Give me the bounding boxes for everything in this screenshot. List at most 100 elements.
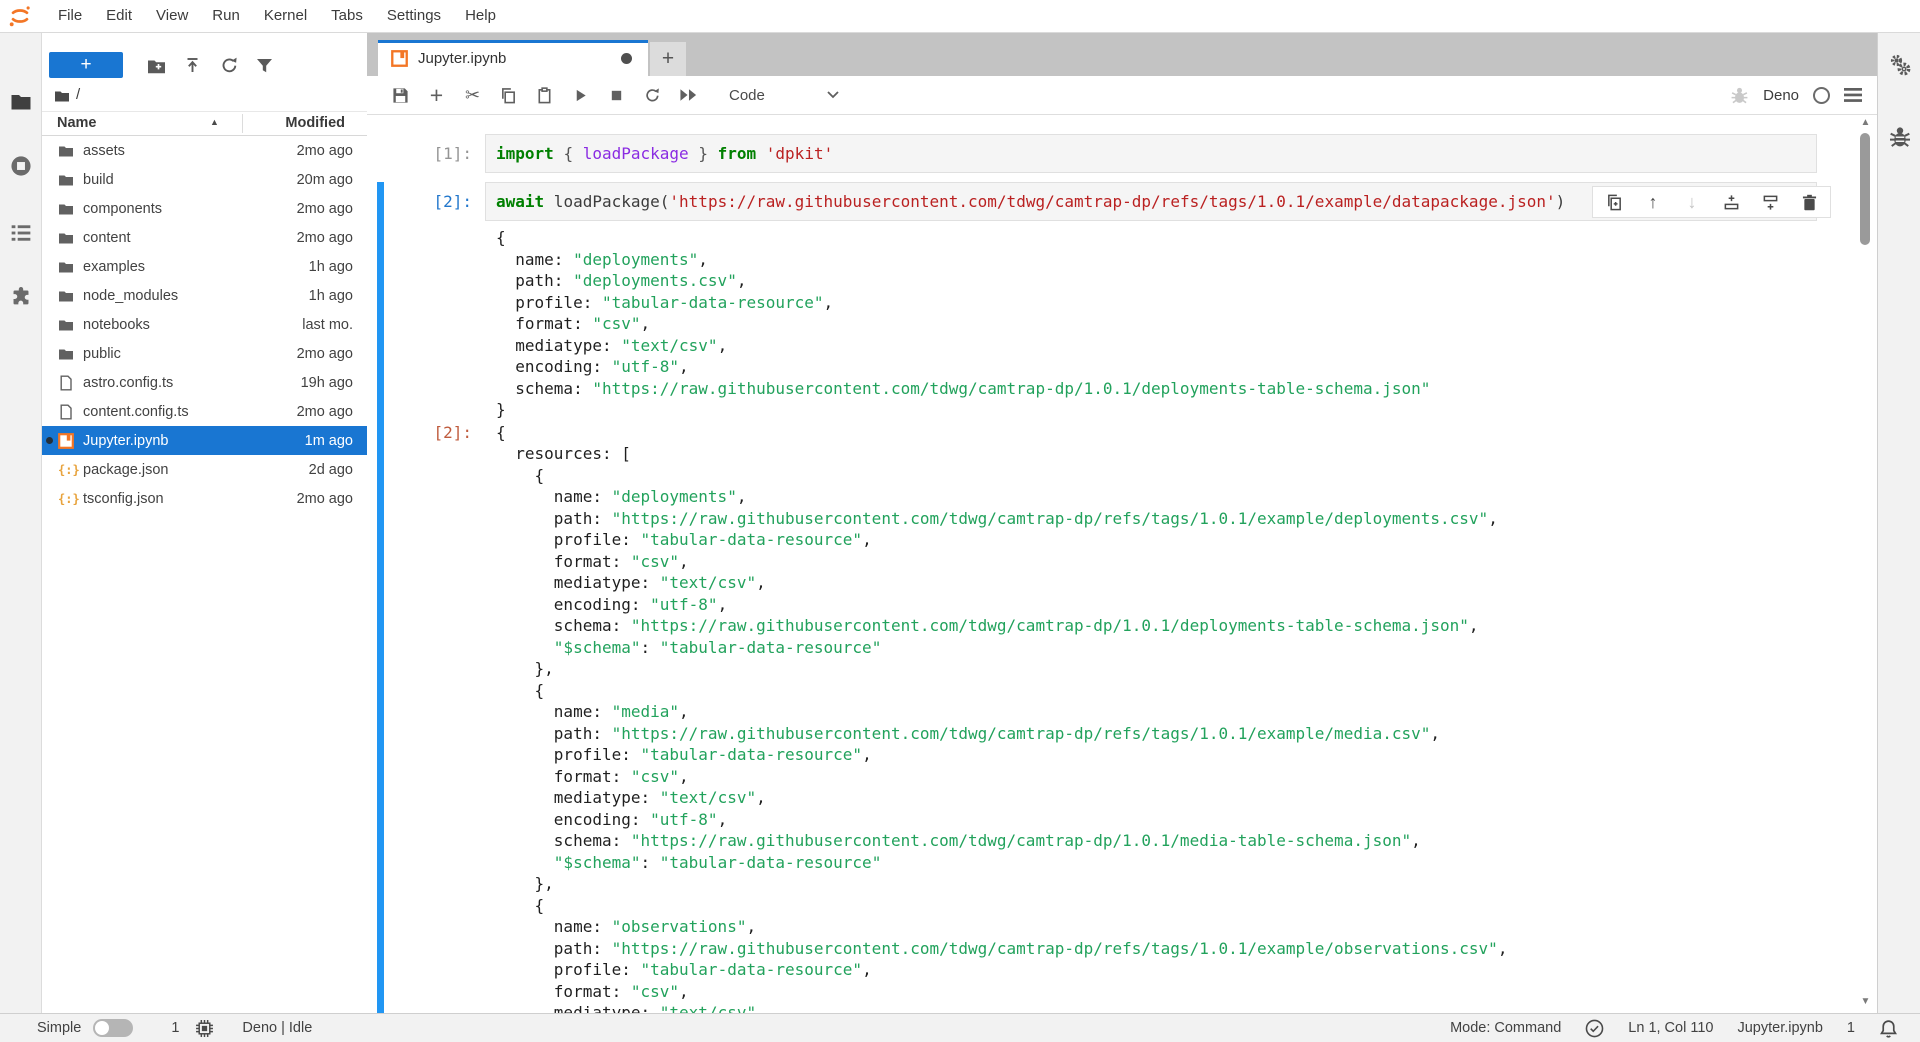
file-row-content.config.ts[interactable]: content.config.ts2mo ago: [42, 397, 367, 426]
file-row-content[interactable]: content2mo ago: [42, 223, 367, 252]
file-browser-tab-icon[interactable]: [10, 91, 32, 113]
scrollbar-thumb[interactable]: [1860, 133, 1870, 245]
home-folder-icon[interactable]: [54, 88, 70, 104]
file-modified: 2d ago: [309, 462, 367, 478]
file-browser-panel: + / Name ▲ Modified assets2mo agobuild20…: [42, 33, 367, 1013]
kernel-count[interactable]: 1: [171, 1020, 179, 1036]
left-sidebar-strip: [0, 33, 42, 1013]
menu-file[interactable]: File: [46, 0, 94, 32]
file-name: build: [83, 172, 297, 188]
filter-icon[interactable]: [255, 56, 274, 75]
tab-jupyter-ipynb[interactable]: Jupyter.ipynb: [378, 40, 648, 76]
notebook-scrollbar[interactable]: ▲ ▼: [1857, 117, 1874, 1007]
menu-kernel[interactable]: Kernel: [252, 0, 319, 32]
copy-cells-icon[interactable]: [499, 86, 518, 105]
sort-ascending-icon[interactable]: ▲: [210, 117, 219, 127]
debugger-panel-bug-icon[interactable]: [1888, 125, 1912, 149]
breadcrumb-root[interactable]: /: [76, 86, 80, 103]
file-row-notebooks[interactable]: notebookslast mo.: [42, 310, 367, 339]
file-row-assets[interactable]: assets2mo ago: [42, 136, 367, 165]
menu-bar: FileEditViewRunKernelTabsSettingsHelp: [0, 0, 1920, 33]
kernel-status-text[interactable]: Deno | Idle: [242, 1020, 312, 1036]
upload-icon[interactable]: [183, 56, 202, 75]
simple-mode-toggle[interactable]: [93, 1019, 133, 1037]
restart-run-all-icon[interactable]: [679, 86, 698, 105]
scroll-down-arrow[interactable]: ▼: [1857, 996, 1874, 1007]
extension-manager-tab-icon[interactable]: [10, 287, 32, 309]
kernel-menu-hamburger-icon[interactable]: [1844, 88, 1862, 102]
chevron-down-icon: [827, 91, 839, 99]
move-cell-down-icon[interactable]: ↓: [1683, 193, 1701, 211]
unsaved-changes-dot[interactable]: [621, 53, 632, 64]
duplicate-cell-icon[interactable]: [1605, 193, 1623, 211]
file-row-components[interactable]: components2mo ago: [42, 194, 367, 223]
file-row-public[interactable]: public2mo ago: [42, 339, 367, 368]
file-row-astro.config.ts[interactable]: astro.config.ts19h ago: [42, 368, 367, 397]
insert-cell-above-icon[interactable]: [1722, 193, 1740, 211]
kernel-chip-icon[interactable]: [195, 1019, 214, 1038]
new-tab-button[interactable]: +: [650, 42, 686, 76]
cursor-position[interactable]: Ln 1, Col 110: [1628, 1020, 1713, 1036]
paste-cells-icon[interactable]: [535, 86, 554, 105]
kernel-status-idle-icon[interactable]: [1813, 87, 1830, 104]
new-launcher-button[interactable]: +: [49, 52, 123, 78]
file-modified: 2mo ago: [297, 491, 367, 507]
column-divider: [242, 114, 243, 133]
code-input-1[interactable]: import { loadPackage } from 'dpkit': [485, 134, 1817, 173]
folder-icon: [58, 143, 74, 159]
tab-bar: Jupyter.ipynb +: [367, 33, 1877, 76]
code-cell-1[interactable]: [1]: import { loadPackage } from 'dpkit': [367, 134, 1877, 173]
insert-cell-icon[interactable]: +: [427, 86, 446, 105]
file-name: package.json: [83, 462, 309, 478]
cut-cells-icon[interactable]: ✂: [463, 86, 482, 105]
file-row-node_modules[interactable]: node_modules1h ago: [42, 281, 367, 310]
breadcrumb[interactable]: /: [42, 85, 367, 111]
column-name[interactable]: Name: [57, 115, 97, 131]
menu-edit[interactable]: Edit: [94, 0, 144, 32]
mode-indicator[interactable]: Mode: Command: [1450, 1020, 1561, 1036]
save-icon[interactable]: [391, 86, 410, 105]
table-of-contents-tab-icon[interactable]: [10, 222, 32, 244]
running-kernels-tab-icon[interactable]: [10, 155, 32, 177]
file-row-Jupyter.ipynb[interactable]: Jupyter.ipynb1m ago: [42, 426, 367, 455]
interrupt-kernel-icon[interactable]: [607, 86, 626, 105]
insert-cell-below-icon[interactable]: [1761, 193, 1779, 211]
column-modified[interactable]: Modified: [285, 115, 345, 131]
file-row-tsconfig.json[interactable]: {:}tsconfig.json2mo ago: [42, 484, 367, 513]
file-row-examples[interactable]: examples1h ago: [42, 252, 367, 281]
folder-icon: [58, 172, 74, 188]
move-cell-up-icon[interactable]: ↑: [1644, 193, 1662, 211]
restart-kernel-icon[interactable]: [643, 86, 662, 105]
delete-cell-icon[interactable]: [1800, 193, 1818, 211]
debugger-bug-icon[interactable]: [1730, 86, 1749, 105]
refresh-icon[interactable]: [220, 56, 239, 75]
kernel-name[interactable]: Deno: [1763, 87, 1799, 104]
simple-mode-label: Simple: [37, 1020, 81, 1036]
file-row-package.json[interactable]: {:}package.json2d ago: [42, 455, 367, 484]
file-modified: 2mo ago: [297, 230, 367, 246]
file-row-build[interactable]: build20m ago: [42, 165, 367, 194]
scroll-up-arrow[interactable]: ▲: [1857, 117, 1874, 128]
jupyter-logo-icon: [8, 4, 32, 28]
trusted-shield-check-icon[interactable]: [1585, 1019, 1604, 1038]
file-name: astro.config.ts: [83, 375, 301, 391]
menu-run[interactable]: Run: [200, 0, 252, 32]
output-prompt-2: [2]:: [367, 422, 485, 444]
menu-settings[interactable]: Settings: [375, 0, 453, 32]
cell-type-dropdown[interactable]: Code: [729, 87, 839, 104]
file-name: node_modules: [83, 288, 309, 304]
file-name: notebooks: [83, 317, 302, 333]
notification-count[interactable]: 1: [1847, 1020, 1855, 1036]
file-name: content: [83, 230, 297, 246]
input-prompt-1: [1]:: [367, 134, 485, 164]
folder-icon: [58, 346, 74, 362]
property-inspector-gears-icon[interactable]: [1888, 53, 1912, 77]
menu-view[interactable]: View: [144, 0, 200, 32]
new-folder-icon[interactable]: [147, 56, 166, 75]
status-filename[interactable]: Jupyter.ipynb: [1737, 1020, 1822, 1036]
run-cell-icon[interactable]: [571, 86, 590, 105]
bell-icon[interactable]: [1879, 1019, 1898, 1038]
menu-tabs[interactable]: Tabs: [319, 0, 375, 32]
menu-help[interactable]: Help: [453, 0, 508, 32]
active-cell-indicator-bar[interactable]: [377, 182, 384, 1013]
